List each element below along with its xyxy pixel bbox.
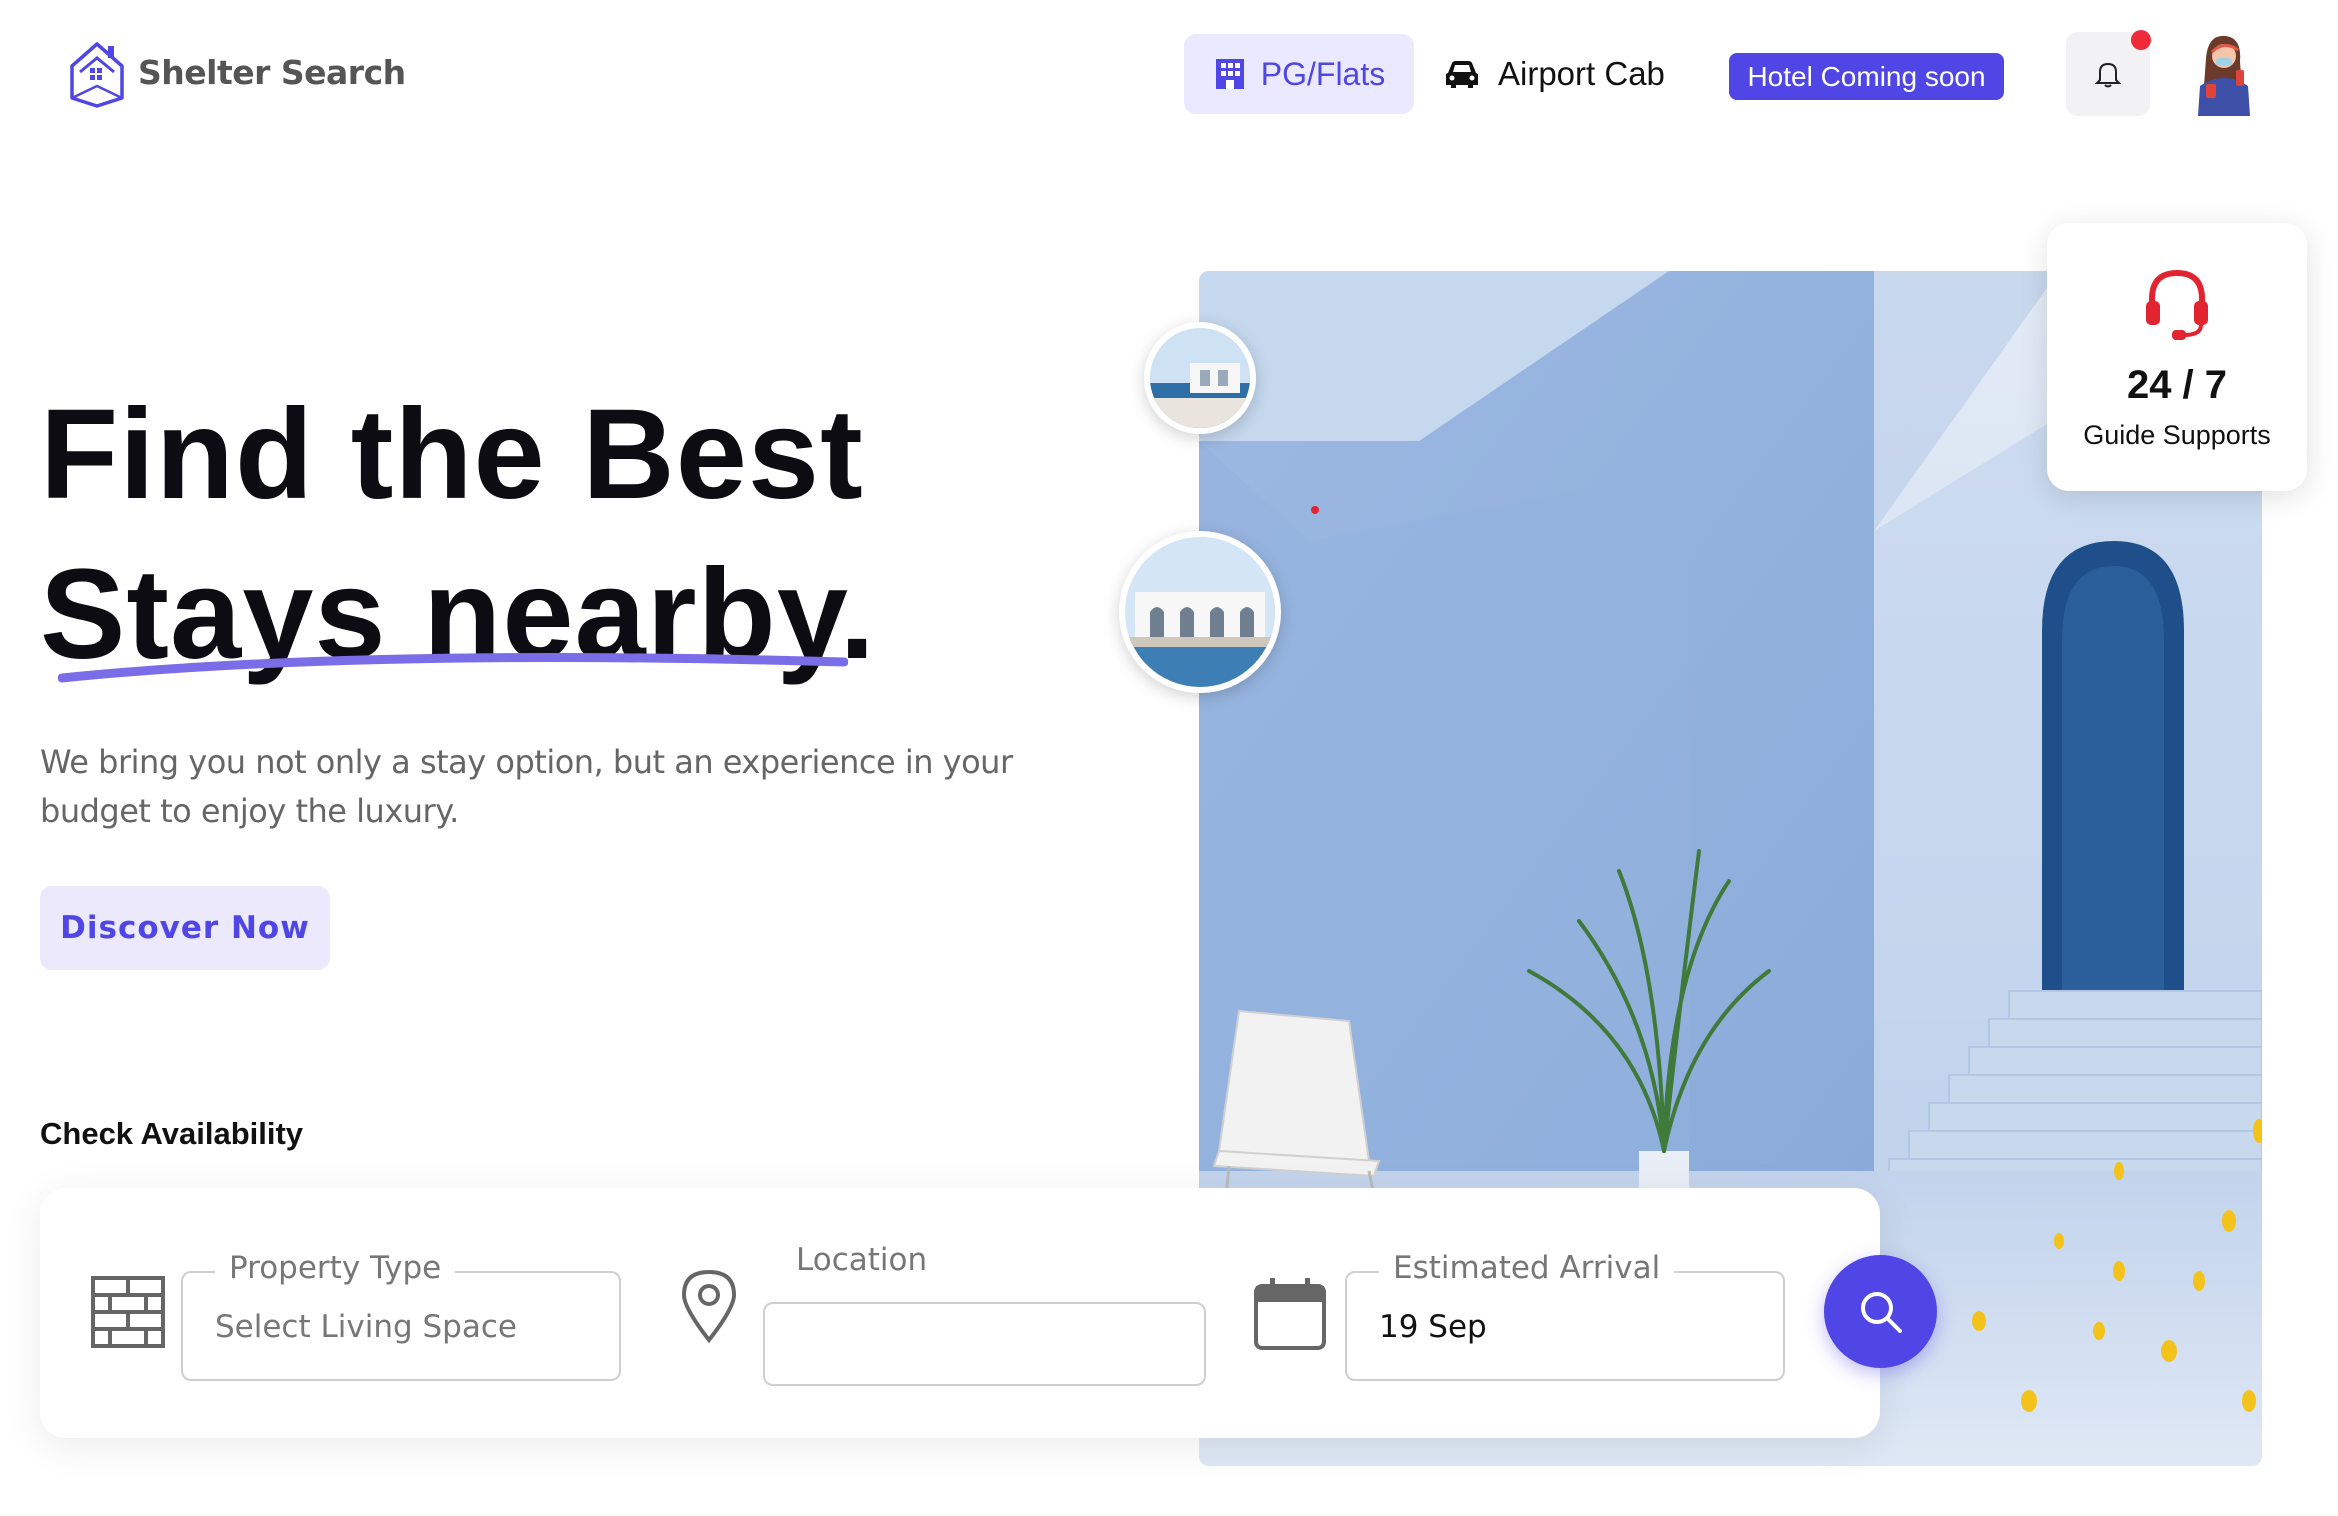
discover-now-button[interactable]: Discover Now bbox=[40, 886, 330, 970]
brick-wall-icon bbox=[91, 1276, 165, 1348]
brand-name: Shelter Search bbox=[138, 52, 406, 92]
nav-pg-flats[interactable]: PG/Flats bbox=[1184, 34, 1414, 114]
red-marker-dot bbox=[1311, 506, 1319, 514]
search-button[interactable] bbox=[1824, 1255, 1937, 1368]
arrival-date-field[interactable]: Estimated Arrival 19 Sep bbox=[1345, 1250, 1785, 1381]
map-pin-icon bbox=[681, 1269, 737, 1344]
hotel-coming-soon-badge[interactable]: Hotel Coming soon bbox=[1729, 53, 2004, 100]
hero-subtitle: We bring you not only a stay option, but… bbox=[40, 743, 1013, 830]
user-avatar[interactable] bbox=[2180, 30, 2266, 116]
notification-dot bbox=[2131, 30, 2151, 50]
car-icon bbox=[1446, 61, 1478, 88]
support-hours: 24 / 7 bbox=[2126, 363, 2228, 407]
property-thumbnail-2[interactable] bbox=[1119, 531, 1281, 693]
property-type-legend: Property Type bbox=[215, 1250, 456, 1286]
check-availability-title: Check Availability bbox=[40, 1116, 304, 1151]
avatar-illustration bbox=[2180, 30, 2266, 116]
location-input[interactable] bbox=[763, 1302, 1206, 1386]
bell-icon bbox=[2094, 62, 2122, 88]
support-card: 24 / 7 Guide Supports bbox=[2047, 223, 2307, 491]
headset-icon bbox=[2146, 269, 2208, 340]
property-type-field[interactable]: Property Type Select Living Space bbox=[181, 1250, 621, 1381]
nav-pg-flats-label: PG/Flats bbox=[1260, 55, 1386, 92]
nav-airport-cab[interactable]: Airport Cab bbox=[1444, 34, 1665, 114]
villa-photo-1 bbox=[1150, 328, 1250, 428]
nav-airport-cab-label: Airport Cab bbox=[1498, 55, 1665, 92]
building-icon bbox=[1215, 59, 1244, 89]
property-thumbnail-1[interactable] bbox=[1144, 322, 1256, 434]
arrival-value: 19 Sep bbox=[1379, 1309, 1487, 1345]
property-type-value: Select Living Space bbox=[215, 1309, 517, 1345]
brand-logo[interactable]: Shelter Search bbox=[66, 36, 406, 108]
arrival-legend: Estimated Arrival bbox=[1379, 1250, 1675, 1286]
house-logo-icon bbox=[70, 42, 124, 108]
title-underline-decoration bbox=[58, 653, 848, 683]
villa-photo-2 bbox=[1125, 537, 1275, 687]
search-icon bbox=[1860, 1291, 1902, 1333]
support-label: Guide Supports bbox=[2083, 420, 2271, 450]
calendar-icon bbox=[1254, 1278, 1326, 1350]
hero-title-line1: Find the Best bbox=[40, 383, 864, 526]
location-legend: Location bbox=[796, 1242, 928, 1278]
availability-search-card: Property Type Select Living Space Locati… bbox=[40, 1188, 1880, 1438]
